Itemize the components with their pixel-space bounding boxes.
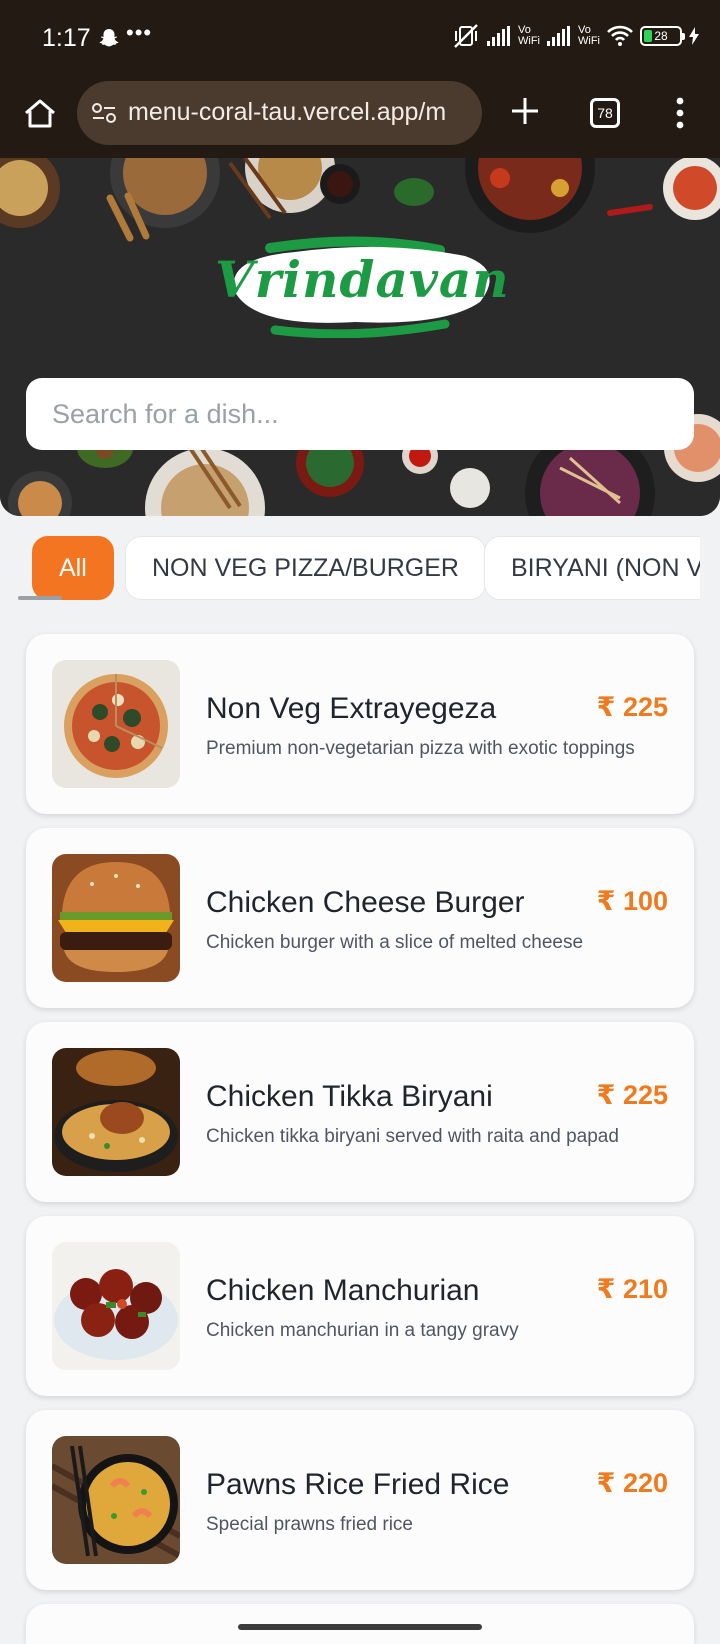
snapchat-icon: [99, 29, 119, 47]
dish-image-burger: [52, 854, 180, 982]
dish-description: Chicken burger with a slice of melted ch…: [206, 932, 584, 953]
dish-image-fried-rice: [52, 1436, 180, 1564]
dish-price: ₹ 225: [596, 692, 668, 722]
dish-image-pizza: [52, 660, 180, 788]
dish-price: ₹ 225: [596, 1080, 668, 1110]
browser-chrome: 1:17 ••• Vo WiFi Vo WiFi 28 menu-coral-t…: [0, 0, 720, 158]
vibrate-mute-icon: [454, 24, 478, 48]
more-notifications-icon: •••: [126, 20, 153, 45]
menu-item-card[interactable]: Chicken Manchurian ₹ 210 Chicken manchur…: [26, 1216, 694, 1396]
dish-description: Premium non-vegetarian pizza with exotic…: [206, 738, 635, 759]
signal-icon: [487, 26, 510, 46]
url-text[interactable]: menu-coral-tau.vercel.app/m: [128, 98, 446, 127]
menu-item-card[interactable]: Pawns Rice Fried Rice ₹ 220 Special praw…: [26, 1410, 694, 1590]
category-tab-biryani-non-veg[interactable]: BIRYANI (NON VI: [484, 536, 720, 600]
dish-description: Chicken tikka biryani served with raita …: [206, 1126, 619, 1147]
restaurant-logo: Vrindavan: [215, 230, 510, 339]
vowifi-icon-2: Vo WiFi: [578, 24, 600, 47]
status-icons: Vo WiFi Vo WiFi 28: [452, 22, 700, 50]
menu-item-card[interactable]: Non Veg Extrayegeza ₹ 225 Premium non-ve…: [26, 634, 694, 814]
dish-name: Chicken Cheese Burger: [206, 886, 525, 919]
gesture-navigation-bar[interactable]: [238, 1624, 482, 1630]
home-button[interactable]: [18, 92, 62, 136]
browser-menu-button[interactable]: [668, 91, 692, 135]
menu-item-card[interactable]: Chicken Tikka Biryani ₹ 225 Chicken tikk…: [26, 1022, 694, 1202]
chips-scroll-indicator[interactable]: [18, 596, 62, 600]
category-tab-all[interactable]: All: [32, 536, 114, 600]
category-tab-non-veg-pizza-burger[interactable]: NON VEG PIZZA/BURGER: [125, 536, 486, 600]
chips-edge-fade: [700, 516, 720, 616]
dish-image-manchurian: [52, 1242, 180, 1370]
vowifi-icon: Vo WiFi: [518, 24, 540, 47]
menu-item-card[interactable]: Chicken Cheese Burger ₹ 100 Chicken burg…: [26, 828, 694, 1008]
status-bar: 1:17 ••• Vo WiFi Vo WiFi 28: [0, 0, 720, 78]
signal-icon-2: [547, 26, 570, 46]
hero-banner: Vrindavan: [0, 158, 720, 516]
category-tabs: All NON VEG PIZZA/BURGER BIRYANI (NON VI: [0, 516, 720, 616]
dish-image-biryani: [52, 1048, 180, 1176]
dish-name: Chicken Tikka Biryani: [206, 1080, 493, 1113]
dish-description: Chicken manchurian in a tangy gravy: [206, 1320, 519, 1341]
search-input[interactable]: [26, 378, 694, 450]
dish-price: ₹ 100: [596, 886, 668, 916]
browser-toolbar: menu-coral-tau.vercel.app/m 78: [0, 78, 720, 158]
charging-icon: [689, 27, 699, 45]
dish-price: ₹ 210: [596, 1274, 668, 1304]
site-settings-icon[interactable]: [91, 101, 117, 125]
dish-name: Pawns Rice Fried Rice: [206, 1468, 510, 1501]
tab-switcher-button[interactable]: 78: [590, 98, 620, 128]
status-time: 1:17: [42, 24, 91, 52]
dish-name: Non Veg Extrayegeza: [206, 692, 497, 725]
dish-price: ₹ 220: [596, 1468, 668, 1498]
logo-text: Vrindavan: [215, 250, 510, 309]
dish-name: Chicken Manchurian: [206, 1274, 480, 1307]
new-tab-button[interactable]: [505, 91, 545, 131]
battery-level: 28: [654, 29, 668, 43]
dish-description: Special prawns fried rice: [206, 1514, 413, 1535]
battery-icon: 28: [640, 26, 685, 46]
address-bar[interactable]: menu-coral-tau.vercel.app/m: [77, 81, 482, 145]
wifi-icon: [607, 25, 633, 46]
